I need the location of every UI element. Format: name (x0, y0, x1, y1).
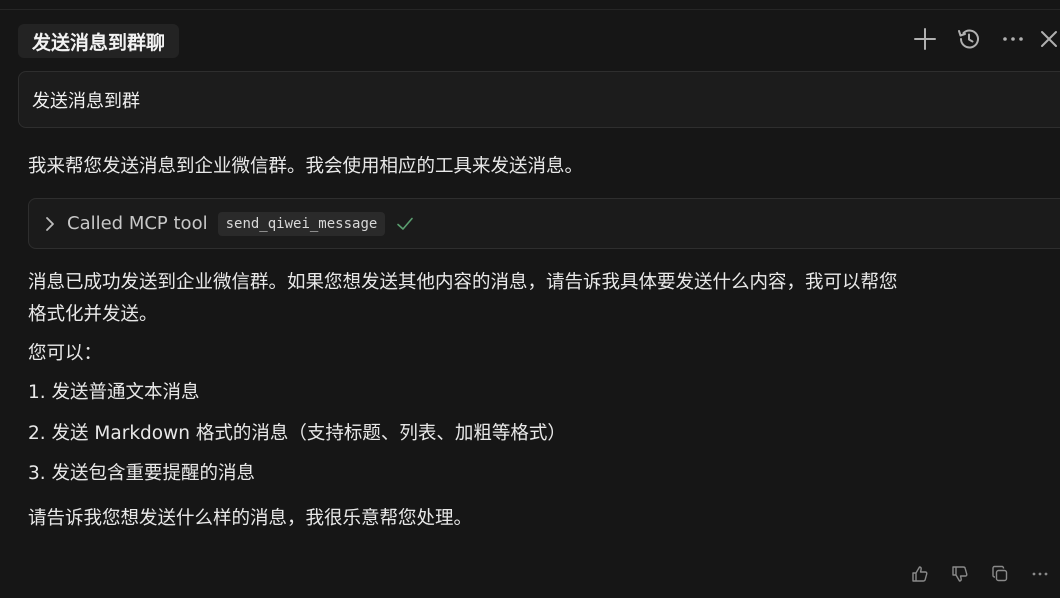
more-icon (1003, 37, 1023, 41)
more-button[interactable] (998, 24, 1028, 54)
copy-button[interactable] (986, 560, 1014, 588)
option-item-2: 2. 发送 Markdown 格式的消息（支持标题、列表、加粗等格式） (28, 423, 566, 444)
chat-header: 发送消息到群聊 (0, 10, 1060, 68)
tool-call-block[interactable]: Called MCP tool send_qiwei_message (28, 198, 1060, 249)
thumbs-up-icon (912, 566, 928, 582)
result-line-1: 消息已成功发送到企业微信群。如果您想发送其他内容的消息，请告诉我具体要发送什么内… (28, 272, 898, 293)
tool-call-label: Called MCP tool (67, 213, 208, 234)
history-button[interactable] (954, 24, 984, 54)
user-message[interactable]: 发送消息到群 (18, 71, 1060, 128)
tool-name-badge: send_qiwei_message (217, 211, 386, 236)
message-actions (894, 560, 1054, 588)
result-line-2: 格式化并发送。 (28, 304, 158, 325)
history-icon (958, 29, 979, 49)
header-actions (896, 24, 1060, 54)
chevron-right-icon (46, 216, 54, 231)
more-icon (1032, 572, 1048, 576)
message-more-button[interactable] (1026, 560, 1054, 588)
copy-icon (992, 565, 1008, 582)
assistant-intro: 我来帮您发送消息到企业微信群。我会使用相应的工具来发送消息。 (28, 156, 584, 177)
thumbs-down-button[interactable] (946, 560, 974, 588)
check-icon (397, 217, 414, 230)
closing-text: 请告诉我您想发送什么样的消息，我很乐意帮您处理。 (28, 508, 473, 529)
user-message-text: 发送消息到群 (32, 90, 140, 112)
new-chat-button[interactable] (910, 24, 940, 54)
option-item-1: 1. 发送普通文本消息 (28, 382, 200, 403)
plus-icon (914, 28, 936, 50)
close-icon (1041, 31, 1057, 47)
options-intro: 您可以： (28, 343, 103, 364)
close-button[interactable] (1038, 24, 1060, 54)
option-item-3: 3. 发送包含重要提醒的消息 (28, 463, 256, 484)
chat-title-tab[interactable]: 发送消息到群聊 (18, 24, 180, 58)
thumbs-up-button[interactable] (906, 560, 934, 588)
thumbs-down-icon (952, 566, 968, 582)
